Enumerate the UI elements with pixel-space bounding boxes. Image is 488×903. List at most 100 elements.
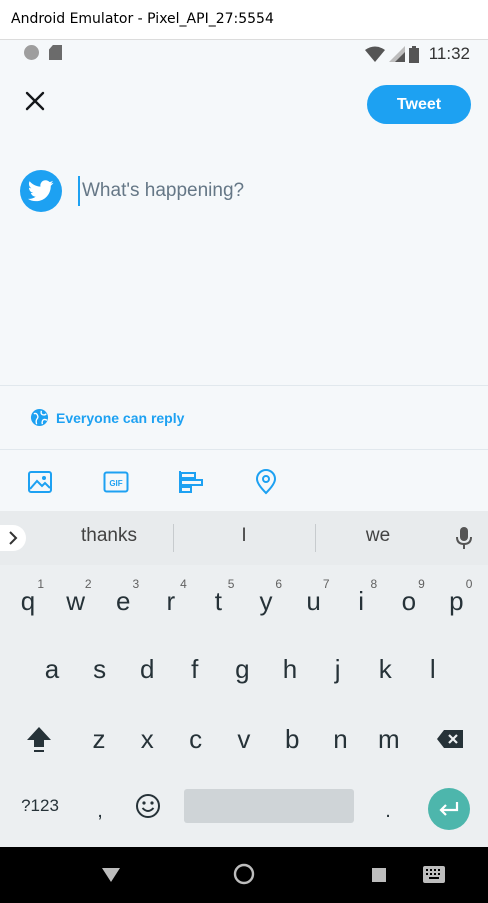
keyboard-switch-icon[interactable] — [423, 866, 445, 883]
suggestion-2[interactable]: I — [179, 525, 309, 547]
key-label: u — [306, 585, 321, 616]
back-icon[interactable] — [102, 868, 120, 882]
key-z[interactable]: z — [77, 711, 121, 767]
key-a[interactable]: a — [30, 641, 74, 697]
key-number-hint: 0 — [465, 577, 473, 591]
key-t[interactable]: t5 — [196, 573, 240, 629]
add-poll-button[interactable] — [177, 468, 205, 496]
close-button[interactable] — [22, 88, 48, 114]
key-b[interactable]: b — [270, 711, 314, 767]
recents-icon[interactable] — [372, 868, 386, 882]
add-gif-button[interactable]: GIF — [102, 468, 130, 496]
navigation-bar — [0, 847, 488, 903]
key-number-hint: 7 — [322, 577, 330, 591]
key-q[interactable]: q1 — [6, 573, 50, 629]
key-m[interactable]: m — [367, 711, 411, 767]
divider — [0, 449, 488, 450]
suggestion-3[interactable]: we — [313, 525, 443, 547]
tweet-compose-input[interactable] — [78, 176, 458, 206]
key-number-hint: 8 — [370, 577, 378, 591]
soft-keyboard: thanks I we q1w2e3r4t5y6u7i8o9p0 asdfghj… — [0, 511, 488, 847]
status-bar: 11:32 — [0, 40, 488, 68]
key-label: d — [139, 653, 155, 684]
suggestion-strip: thanks I we — [0, 511, 488, 565]
divider — [0, 385, 488, 386]
key-s[interactable]: s — [78, 641, 122, 697]
key-label: w — [66, 585, 85, 616]
image-icon — [28, 471, 52, 493]
suggestion-separator — [173, 524, 174, 552]
key-label: m — [377, 723, 400, 754]
key-d[interactable]: d — [125, 641, 169, 697]
key-number-hint: 2 — [84, 577, 92, 591]
key-k[interactable]: k — [363, 641, 407, 697]
microphone-icon — [456, 527, 472, 549]
comma-key[interactable]: , — [78, 783, 122, 839]
key-g[interactable]: g — [220, 641, 264, 697]
backspace-key[interactable] — [428, 711, 472, 767]
expand-suggestions-button[interactable] — [0, 525, 26, 551]
period-key[interactable]: . — [366, 783, 410, 839]
key-label: q — [20, 585, 36, 616]
home-icon[interactable] — [233, 863, 255, 885]
reply-setting-button[interactable]: Everyone can reply — [30, 408, 184, 427]
key-l[interactable]: l — [411, 641, 455, 697]
key-number-hint: 5 — [227, 577, 235, 591]
key-u[interactable]: u7 — [292, 573, 336, 629]
shift-icon — [27, 727, 51, 752]
key-n[interactable]: n — [319, 711, 363, 767]
notification-dot-icon — [24, 45, 39, 60]
space-key[interactable] — [184, 789, 354, 823]
key-f[interactable]: f — [173, 641, 217, 697]
voice-input-button[interactable] — [456, 526, 472, 555]
shift-key[interactable] — [17, 711, 61, 767]
key-label: y — [259, 585, 273, 616]
key-label: t — [214, 585, 222, 616]
key-number-hint: 9 — [418, 577, 425, 591]
key-label: v — [237, 723, 251, 754]
key-number-hint: 1 — [37, 577, 44, 591]
window-title: Android Emulator - Pixel_API_27:5554 — [11, 11, 274, 27]
key-number-hint: 6 — [275, 577, 282, 591]
chevron-right-icon — [9, 531, 18, 545]
gif-label: GIF — [109, 479, 122, 488]
suggestion-1[interactable]: thanks — [44, 525, 174, 547]
key-label: r — [166, 585, 176, 616]
enter-icon — [439, 802, 459, 816]
wifi-icon — [364, 46, 385, 62]
compose-toolbar: GIF — [0, 462, 488, 502]
key-i[interactable]: i8 — [339, 573, 383, 629]
key-h[interactable]: h — [268, 641, 312, 697]
add-location-button[interactable] — [252, 468, 280, 496]
emulator-window: Android Emulator - Pixel_API_27:5554 11:… — [0, 0, 488, 903]
key-label: s — [93, 653, 107, 684]
add-image-button[interactable] — [26, 468, 54, 496]
key-number-hint: 3 — [132, 577, 140, 591]
key-p[interactable]: p0 — [434, 573, 478, 629]
key-label: l — [429, 653, 436, 684]
key-y[interactable]: y6 — [244, 573, 288, 629]
key-o[interactable]: o9 — [387, 573, 431, 629]
key-r[interactable]: r4 — [149, 573, 193, 629]
sd-card-icon — [49, 45, 62, 60]
status-time: 11:32 — [428, 44, 470, 63]
key-j[interactable]: j — [316, 641, 360, 697]
key-number-hint: 4 — [180, 577, 187, 591]
key-x[interactable]: x — [125, 711, 169, 767]
key-label: g — [235, 653, 250, 684]
key-label: z — [92, 723, 106, 754]
key-c[interactable]: c — [174, 711, 218, 767]
backspace-icon — [437, 730, 463, 748]
avatar[interactable] — [20, 170, 62, 212]
enter-key[interactable] — [428, 788, 470, 830]
gif-icon: GIF — [103, 471, 129, 493]
key-label: a — [44, 653, 60, 684]
emoji-key[interactable] — [126, 778, 170, 834]
symbols-key[interactable]: ?123 — [18, 778, 62, 834]
key-label: e — [115, 585, 131, 616]
key-w[interactable]: w2 — [54, 573, 98, 629]
poll-icon — [179, 471, 203, 493]
key-v[interactable]: v — [222, 711, 266, 767]
tweet-button[interactable]: Tweet — [367, 85, 471, 124]
key-e[interactable]: e3 — [101, 573, 145, 629]
